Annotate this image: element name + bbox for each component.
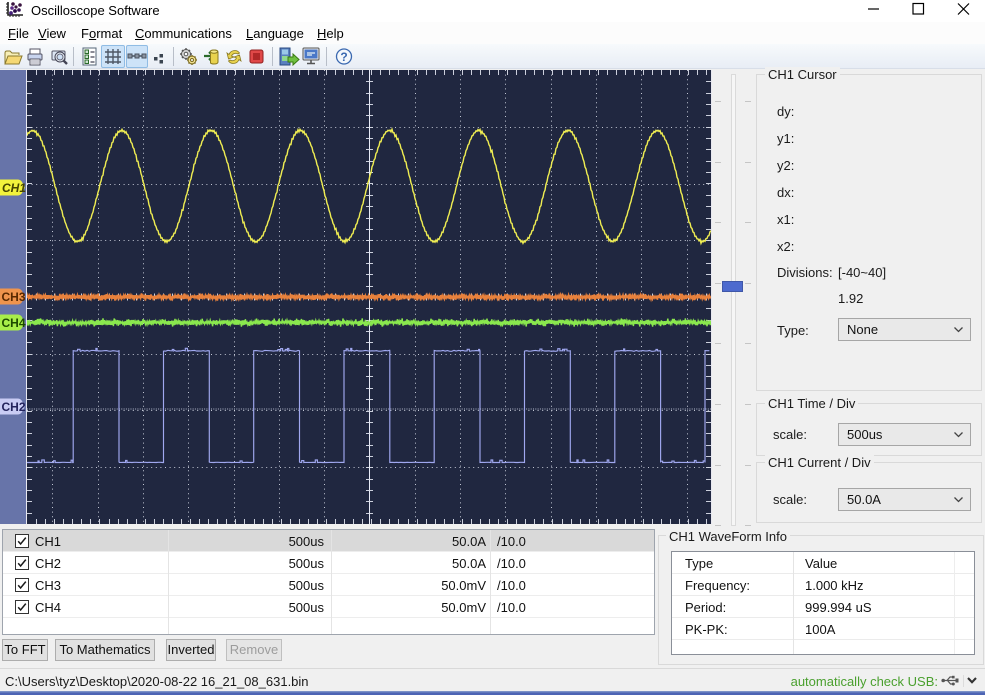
svg-text:CH3: CH3 bbox=[2, 290, 26, 304]
svg-text:CH1: CH1 bbox=[2, 181, 26, 195]
svg-text:CH2: CH2 bbox=[2, 400, 26, 414]
svg-text:CH4: CH4 bbox=[2, 316, 26, 330]
svg-text:?: ? bbox=[340, 50, 347, 64]
